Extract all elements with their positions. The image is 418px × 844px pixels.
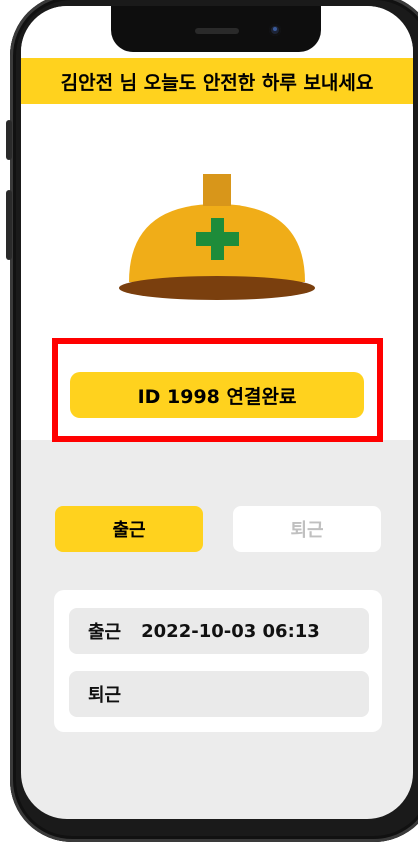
safety-helmet-icon	[119, 174, 315, 300]
clock-in-label: 출근	[88, 622, 122, 643]
clock-out-row: 퇴근	[69, 671, 369, 717]
device-connection-button[interactable]: ID 1998 연결완료	[70, 372, 364, 418]
side-button	[6, 190, 12, 260]
clock-in-time: 2022-10-03 06:13	[141, 620, 320, 642]
camera-icon	[269, 24, 281, 36]
greeting-banner: 김안전 님 오늘도 안전한 하루 보내세요	[21, 58, 413, 104]
screen: 김안전 님 오늘도 안전한 하루 보내세요 ID 1998 연결완료 출근 퇴근…	[21, 6, 413, 819]
attendance-card: 출근 2022-10-03 06:13 퇴근	[54, 590, 382, 732]
clock-out-label: 퇴근	[88, 685, 122, 706]
speaker-icon	[195, 28, 239, 34]
tab-clock-in[interactable]: 출근	[55, 506, 203, 552]
clock-in-row: 출근 2022-10-03 06:13	[69, 608, 369, 654]
notch	[111, 6, 321, 52]
side-button	[6, 120, 12, 160]
tab-clock-out[interactable]: 퇴근	[233, 506, 381, 552]
